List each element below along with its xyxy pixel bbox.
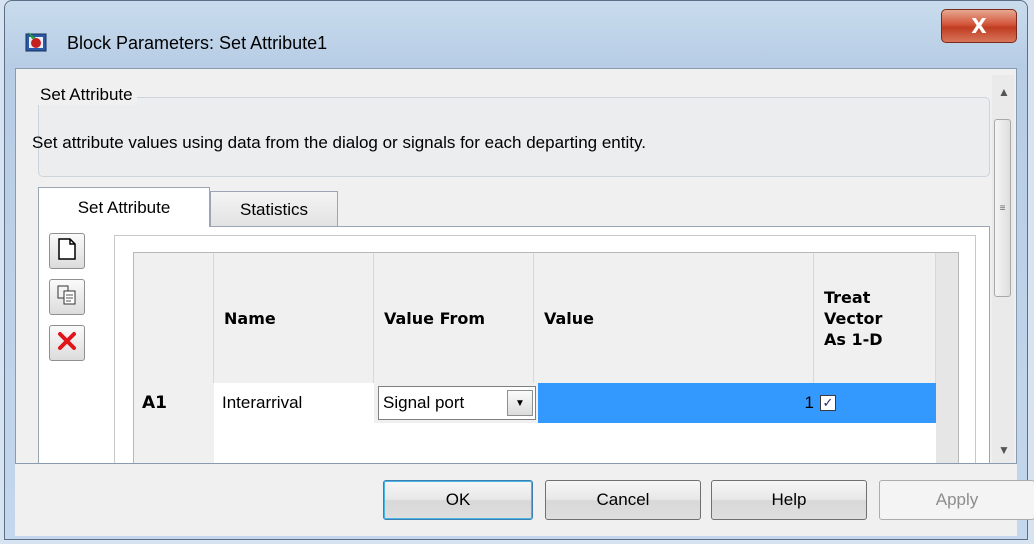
attribute-table: Name Value From Value Treat Vector As 1-… [133,252,959,463]
button-bar: OK Cancel Help Apply [15,464,1034,536]
value-from-dropdown[interactable]: Signal port ▼ [378,386,536,420]
column-header-value-from[interactable]: Value From [374,253,534,383]
grip-icon: ≡ [999,202,1006,214]
attribute-table-frame: Name Value From Value Treat Vector As 1-… [114,235,976,463]
cell-treat-vector[interactable]: ✓ [818,383,936,423]
column-header-name[interactable]: Name [214,253,374,383]
tab-label: Set Attribute [77,197,171,217]
ok-button[interactable]: OK [383,480,533,520]
scroll-down-icon[interactable]: ▼ [998,443,1010,457]
close-icon: X [971,14,987,38]
dialog-window: Block Parameters: Set Attribute1 X Set A… [4,0,1034,540]
table-scroll-gutter [936,253,958,463]
tab-panel: Name Value From Value Treat Vector As 1-… [38,226,990,463]
title-bar[interactable]: Block Parameters: Set Attribute1 X [5,1,1027,69]
table-empty-area [214,423,936,463]
cancel-button[interactable]: Cancel [545,480,701,520]
simulink-block-icon [25,32,49,54]
groupbox-title: Set Attribute [36,85,137,105]
tab-label: Statistics [239,199,309,219]
window-title: Block Parameters: Set Attribute1 [67,33,328,53]
tab-statistics[interactable]: Statistics [210,191,338,227]
cell-value[interactable]: 1 [538,383,818,423]
block-description: Set attribute values using data from the… [32,133,646,152]
new-document-icon [58,237,76,265]
row-header-a1[interactable]: A1 [134,383,214,423]
dropdown-arrow-icon[interactable]: ▼ [507,390,533,416]
delete-attribute-button[interactable] [49,325,85,361]
cell-name[interactable]: Interarrival [214,383,374,423]
dialog-client-area: Set Attribute Set attribute values using… [15,68,1017,464]
close-button[interactable]: X [941,9,1017,43]
vertical-scrollbar[interactable]: ▲ ≡ ▼ [992,75,1014,463]
scroll-up-icon[interactable]: ▲ [998,85,1010,99]
row-header-corner [134,253,214,383]
scroll-thumb[interactable]: ≡ [994,119,1011,297]
treat-vector-checkbox[interactable]: ✓ [820,395,836,411]
column-header-value[interactable]: Value [534,253,814,383]
add-attribute-button[interactable] [49,233,85,269]
copy-attribute-button[interactable] [49,279,85,315]
delete-x-icon [57,331,77,356]
apply-button[interactable]: Apply [879,480,1034,520]
help-button[interactable]: Help [711,480,867,520]
tab-set-attribute[interactable]: Set Attribute [38,187,210,227]
copy-icon [57,285,77,310]
column-header-treat-vector[interactable]: Treat Vector As 1-D [814,253,936,383]
